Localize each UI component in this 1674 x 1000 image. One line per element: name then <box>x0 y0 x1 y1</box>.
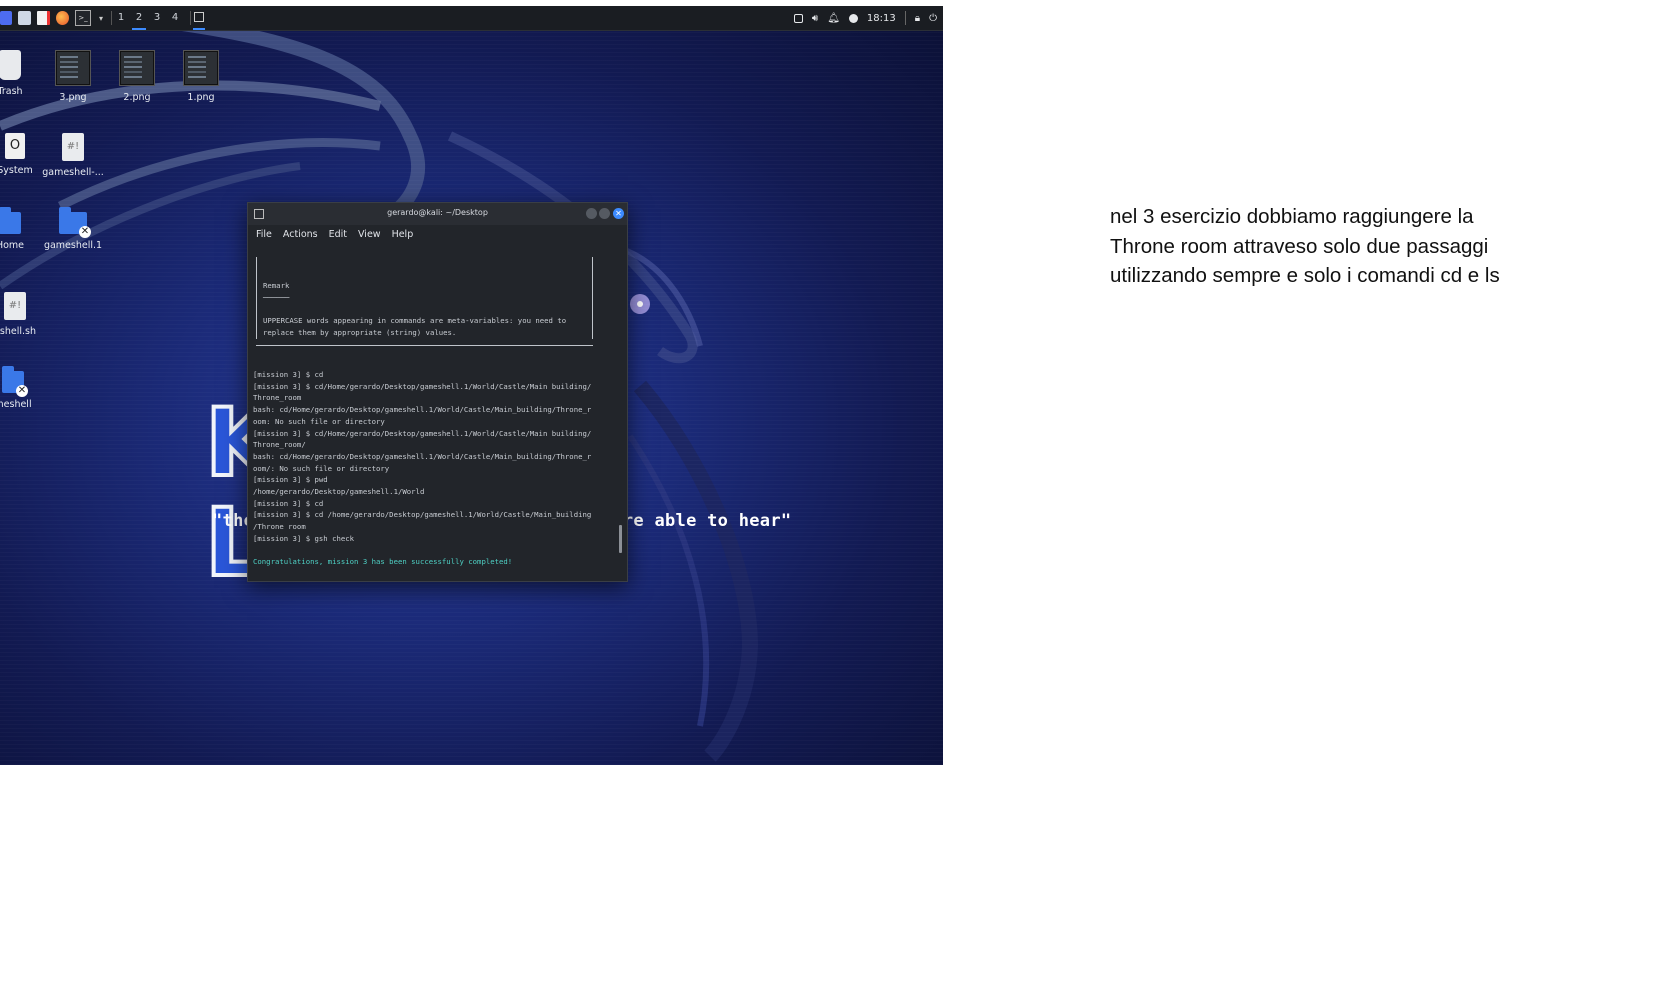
folder-icon: ✕ <box>2 366 28 397</box>
menu-file[interactable]: File <box>256 229 272 240</box>
desktop-icon-gameshell[interactable]: ✕ meshell <box>0 366 48 410</box>
desktop-icon-label: meshell <box>0 399 32 410</box>
screenshot-icon[interactable] <box>793 13 803 23</box>
desktop-icon-2png[interactable]: 2.png <box>102 50 172 103</box>
desktop-icon-gameshell-sh[interactable]: #! eshell.sh <box>0 292 50 337</box>
desktop-icon-label: 2.png <box>123 92 151 103</box>
terminal-line: Throne_room <box>253 393 302 403</box>
clock[interactable]: 18:13 <box>867 13 896 24</box>
taskbar-terminal-button[interactable] <box>191 6 207 30</box>
remark-spacer <box>263 268 592 280</box>
image-thumbnail-icon <box>55 50 91 86</box>
terminal-line: /Throne room <box>253 522 306 532</box>
terminal-window[interactable]: gerardo@kali: ~/Desktop ✕ File Actions E… <box>247 202 628 582</box>
terminal-line: /home/gerardo/Desktop/gameshell.1/World <box>253 487 425 497</box>
workspace-3[interactable]: 3 <box>148 6 166 30</box>
workspace-4[interactable]: 4 <box>166 6 184 30</box>
text-editor-icon[interactable] <box>37 11 50 25</box>
menu-actions[interactable]: Actions <box>283 229 318 240</box>
volume-icon[interactable]: 🔊︎ <box>812 13 818 24</box>
remark-box-bottom <box>256 339 593 346</box>
desktop-icon-label: 1.png <box>187 92 215 103</box>
close-button[interactable]: ✕ <box>613 208 624 219</box>
terminal-titlebar[interactable]: gerardo@kali: ~/Desktop ✕ <box>248 203 627 225</box>
menu-view[interactable]: View <box>358 229 381 240</box>
trash-icon <box>0 50 21 80</box>
desktop-icon-label: eshell.sh <box>0 326 36 337</box>
terminal-title: gerardo@kali: ~/Desktop <box>387 208 488 217</box>
desktop-icon-1png[interactable]: 1.png <box>166 50 236 103</box>
terminal-line: [mission 3] $ cd /home/gerardo/Desktop/g… <box>253 510 592 520</box>
terminal-line: Throne_room/ <box>253 440 306 450</box>
terminal-line: [mission 3] $ cd/Home/gerardo/Desktop/ga… <box>253 381 592 391</box>
terminal-line: oom/: No such file or directory <box>253 463 390 473</box>
desktop-icon-label: gameshell-... <box>42 167 104 178</box>
logout-icon[interactable]: ⏻ <box>929 13 937 24</box>
exercise-note: nel 3 esercizio dobbiamo raggiungere la … <box>1110 205 1500 287</box>
terminal-line: [mission 3] $ cd/Home/gerardo/Desktop/ga… <box>253 428 592 438</box>
image-thumbnail-icon <box>183 50 219 86</box>
desktop-icon-label: Trash <box>0 86 23 97</box>
terminal-output[interactable]: Remark ────── UPPERCASE words appearing i… <box>253 245 613 573</box>
app-menu-icon[interactable] <box>0 11 12 25</box>
lock-icon[interactable]: 🔒︎ <box>915 13 920 24</box>
desktop-screenshot: >_ ▾ 1 2 3 4 🔊︎ 🔔︎ 18:13 🔒︎ ⏻ Trash 3.pn… <box>0 6 943 765</box>
workspace-2[interactable]: 2 <box>130 6 148 30</box>
terminal-line: [mission 3] $ pwd <box>253 475 328 485</box>
terminal-line: [mission 3] $ cd <box>253 498 324 508</box>
remark-line: replace them by appropriate (string) val… <box>263 327 457 337</box>
folder-icon: ✕ <box>59 207 91 238</box>
desktop-icon-gameshell1[interactable]: ✕ gameshell.1 <box>38 207 108 251</box>
terminal-menubar: File Actions Edit View Help <box>248 225 627 243</box>
workspace-1[interactable]: 1 <box>112 6 130 30</box>
menu-help[interactable]: Help <box>392 229 414 240</box>
terminal-scrollbar[interactable] <box>619 525 622 553</box>
power-manager-icon[interactable] <box>848 13 858 23</box>
firefox-icon[interactable] <box>56 11 69 25</box>
desktop-icon-label: 3.png <box>59 92 87 103</box>
menu-edit[interactable]: Edit <box>329 229 347 240</box>
terminal-line: bash: cd/Home/gerardo/Desktop/gameshell.… <box>253 451 592 461</box>
top-panel: >_ ▾ 1 2 3 4 🔊︎ 🔔︎ 18:13 🔒︎ ⏻ <box>0 6 943 31</box>
desktop-icon-label: gameshell.1 <box>43 240 103 251</box>
file-manager-icon[interactable] <box>18 11 31 25</box>
remark-underline: ────── <box>263 292 290 302</box>
success-message: Congratulations, mission 3 has been succ… <box>253 557 513 567</box>
maximize-button[interactable] <box>599 208 610 219</box>
desktop-icon-label: System <box>0 165 33 176</box>
remark-box: Remark ────── UPPERCASE words appearing i… <box>256 256 593 339</box>
terminal-line: [mission 3] $ cd <box>253 370 324 380</box>
system-icon: O <box>5 133 25 159</box>
notification-bell-icon[interactable]: 🔔︎ <box>827 13 840 24</box>
image-thumbnail-icon <box>119 50 155 86</box>
script-file-icon: #! <box>62 133 84 161</box>
remark-spacer <box>263 304 592 316</box>
terminal-launcher-icon[interactable]: >_ <box>75 10 91 26</box>
locked-file-icon: #! <box>4 292 26 320</box>
minimize-button[interactable] <box>586 208 597 219</box>
desktop-icon-3png[interactable]: 3.png <box>38 50 108 103</box>
desktop-icon-label: Home <box>0 240 25 251</box>
close-icon: ✕ <box>79 226 91 238</box>
system-tray: 🔊︎ 🔔︎ 18:13 🔒︎ ⏻ <box>793 6 937 30</box>
chevron-down-icon[interactable]: ▾ <box>97 11 105 25</box>
terminal-line: bash: cd/Home/gerardo/Desktop/gameshell.… <box>253 405 592 415</box>
desktop-icon-gameshell-script[interactable]: #! gameshell-... <box>38 133 108 178</box>
remark-title: Remark <box>263 281 290 291</box>
remark-line: UPPERCASE words appearing in commands ar… <box>263 316 567 326</box>
terminal-line: [mission 3] $ gsh check <box>253 533 355 543</box>
terminal-line: oom: No such file or directory <box>253 416 385 426</box>
close-icon: ✕ <box>16 385 28 397</box>
home-folder-icon <box>0 207 21 234</box>
panel-separator <box>904 11 906 25</box>
